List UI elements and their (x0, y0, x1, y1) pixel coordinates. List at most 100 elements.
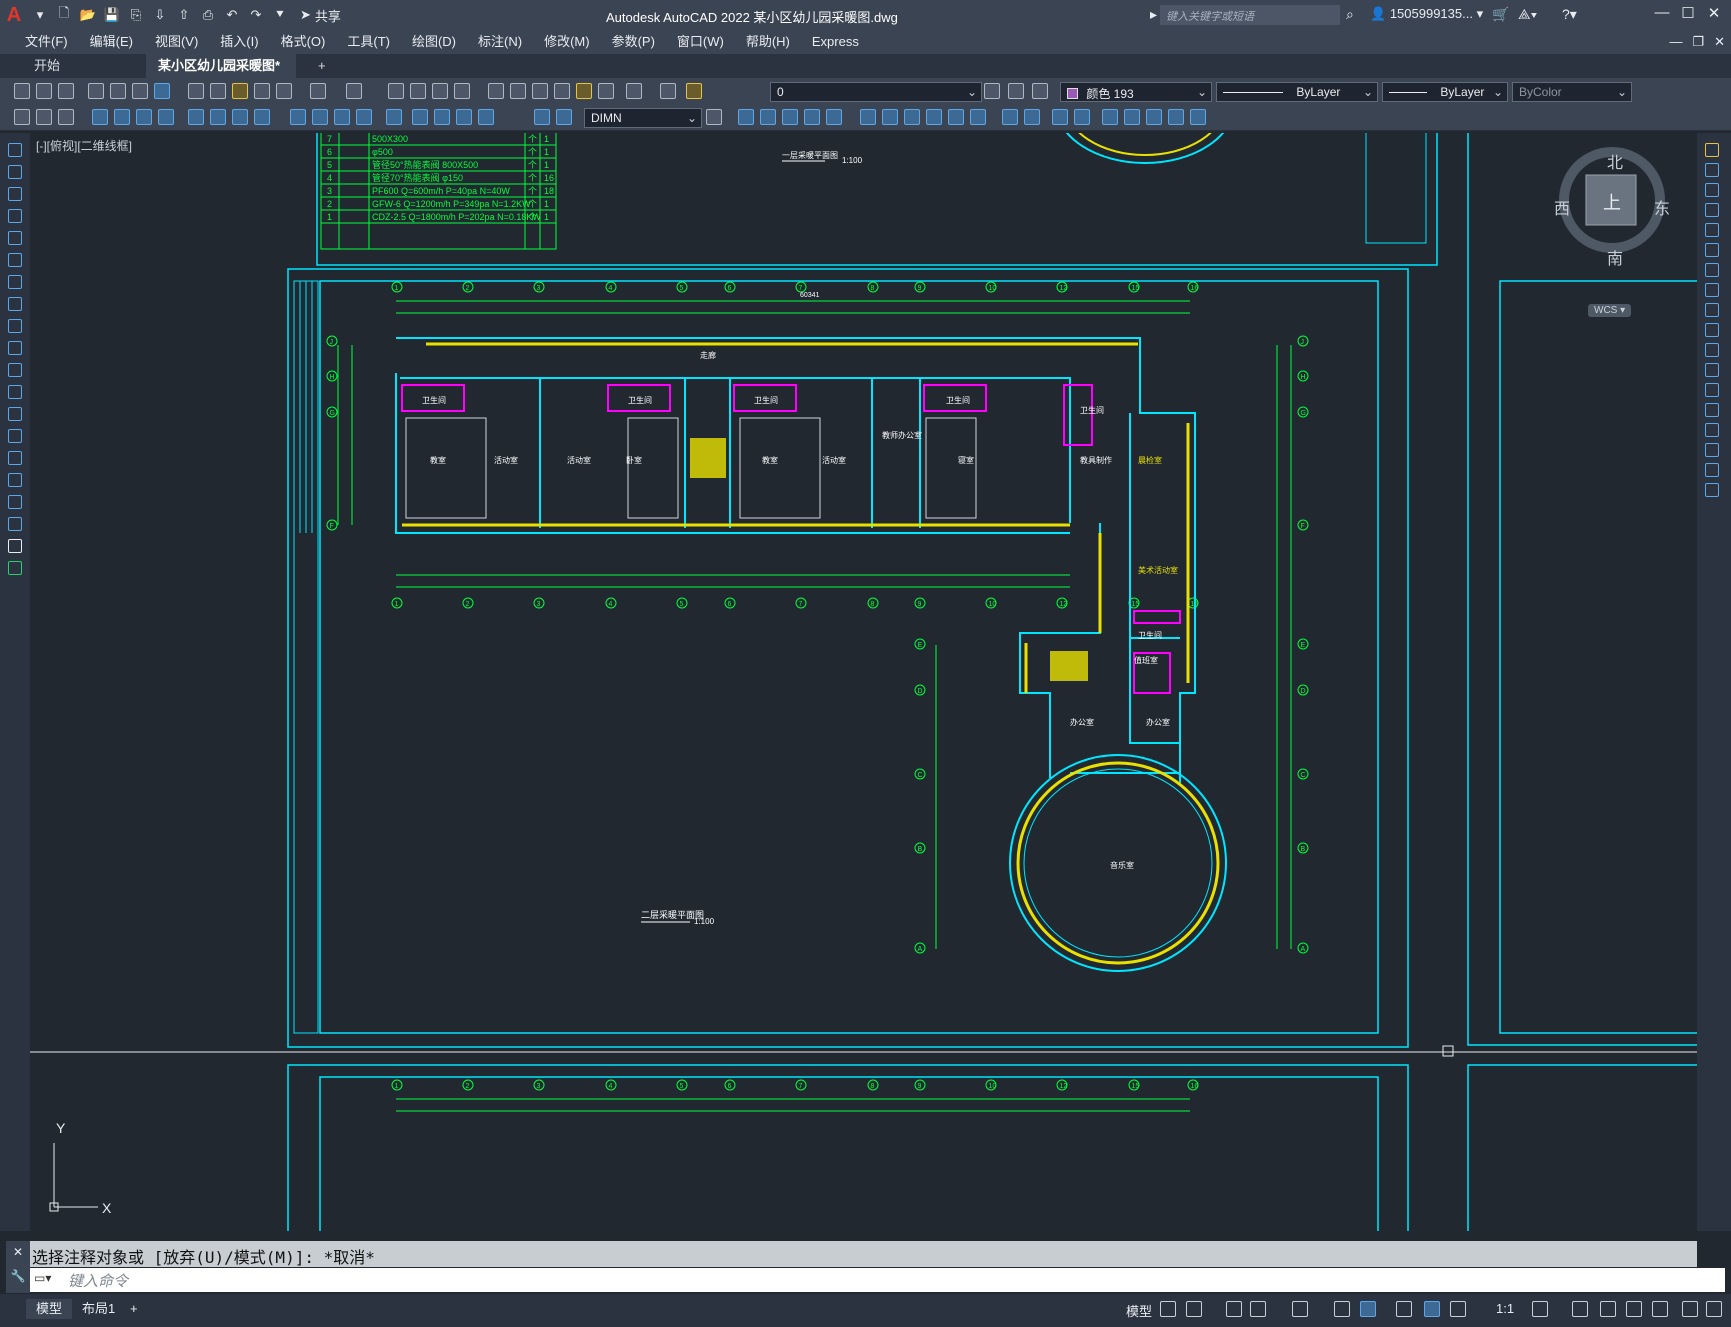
menu-modify[interactable]: 修改(M) (533, 30, 601, 54)
rotate-icon[interactable] (926, 109, 942, 125)
undo-icon[interactable] (310, 83, 326, 99)
tool-palettes-icon[interactable] (532, 83, 548, 99)
redo-icon[interactable] (346, 83, 362, 99)
draworder-front-icon[interactable] (738, 109, 754, 125)
web-save-icon[interactable]: ⇩ (150, 5, 170, 25)
paste-icon[interactable] (232, 83, 248, 99)
plot-icon[interactable]: ⎙ (198, 5, 218, 25)
draworder-above-icon[interactable] (782, 109, 798, 125)
fullscreen-icon[interactable] (1682, 1301, 1698, 1317)
redo-icon[interactable]: ↷ (246, 5, 266, 25)
menu-draw[interactable]: 绘图(D) (401, 30, 467, 54)
arc-icon[interactable] (8, 253, 22, 267)
minimize-button[interactable]: — (1650, 4, 1674, 26)
copy-object-icon[interactable] (882, 109, 898, 125)
auto-scale-icon[interactable] (1450, 1301, 1466, 1317)
annotation-scale[interactable]: 1:1 (1496, 1301, 1514, 1316)
polygon-icon[interactable] (8, 209, 22, 223)
block-icon[interactable] (1052, 109, 1068, 125)
open-folder-icon[interactable]: 📂 (78, 5, 98, 25)
add-selected-icon[interactable] (8, 561, 22, 575)
make-block-icon[interactable] (8, 407, 22, 421)
open-icon[interactable] (36, 83, 52, 99)
layer-states-icon[interactable] (1032, 83, 1048, 99)
dim-break-icon[interactable] (386, 109, 402, 125)
layer-match-icon[interactable] (14, 109, 30, 125)
layer-iso-icon[interactable] (36, 109, 52, 125)
markup-icon[interactable] (576, 83, 592, 99)
command-input[interactable]: ▭▾ 键入命令 (30, 1268, 1725, 1292)
plot-preview-icon[interactable] (110, 83, 126, 99)
table-icon[interactable] (8, 517, 22, 531)
gradient-icon[interactable] (8, 473, 22, 487)
search-icon[interactable]: ⌕ (1346, 6, 1354, 23)
scale-icon[interactable] (1705, 283, 1719, 297)
cart-icon[interactable]: 🛒 (1492, 6, 1509, 23)
extend-icon[interactable] (1705, 343, 1719, 357)
lineweight-select[interactable]: ByLayer ⌄ (1382, 82, 1508, 102)
ortho-icon[interactable] (1226, 1301, 1242, 1317)
insert-block-icon[interactable] (1074, 109, 1090, 125)
command-line-handle[interactable]: ✕ 🔧 (6, 1241, 30, 1293)
ungroup-icon[interactable] (1024, 109, 1040, 125)
group-icon[interactable] (1002, 109, 1018, 125)
menu-express[interactable]: Express (801, 30, 870, 54)
text-front-icon[interactable] (826, 109, 842, 125)
new-file-icon[interactable]: 🗋 (54, 5, 74, 25)
fillet-icon[interactable] (1705, 443, 1719, 457)
match-properties-icon[interactable] (254, 83, 270, 99)
model-space-toggle[interactable]: 模型 (1126, 1301, 1152, 1320)
gear-icon[interactable] (1532, 1301, 1548, 1317)
wrench-icon[interactable]: 🔧 (6, 1259, 30, 1283)
aligned-dim-icon[interactable] (114, 109, 130, 125)
tab-drawing[interactable]: 某小区幼儿园采暖图* × (146, 54, 296, 97)
caret-down-icon[interactable]: ▾ (30, 5, 50, 25)
jogged-linear-icon[interactable] (478, 109, 494, 125)
help-icon[interactable]: ?▾ (1562, 6, 1577, 23)
share-button[interactable]: ➤ 共享 (300, 6, 341, 25)
tab-model[interactable]: 模型 (26, 1299, 73, 1319)
maximize-button[interactable]: ☐ (1676, 4, 1700, 26)
object-snap-tracking-icon[interactable] (1334, 1301, 1350, 1317)
move-icon[interactable] (860, 109, 876, 125)
revision-cloud-icon[interactable] (8, 297, 22, 311)
copy-icon[interactable] (210, 83, 226, 99)
arc-length-icon[interactable] (136, 109, 152, 125)
plus-icon[interactable] (1572, 1301, 1588, 1317)
tab-layout1[interactable]: 布局1 (72, 1299, 125, 1319)
tolerance-icon[interactable] (412, 109, 428, 125)
drawing-canvas[interactable]: [-][俯视][二维线框] 7 500X300 个 1 6 φ500 个 1 5 管径50°热能表… (30, 133, 1697, 1231)
customize-menu-icon[interactable] (1706, 1301, 1722, 1317)
annotation-visibility-icon[interactable] (1424, 1301, 1440, 1317)
diameter-dim-icon[interactable] (232, 109, 248, 125)
web-open-icon[interactable]: ⇧ (174, 5, 194, 25)
stretch-icon[interactable] (1705, 303, 1719, 317)
quick-dim-icon[interactable] (290, 109, 306, 125)
command-prompt-icon[interactable]: ▭▾ (34, 1271, 51, 1285)
customize-qat-icon[interactable]: ⯆ (270, 5, 290, 25)
spline-icon[interactable] (8, 319, 22, 333)
tab-start[interactable]: 开始 (22, 54, 142, 78)
rectangle-icon[interactable] (8, 231, 22, 245)
inspection-icon[interactable] (456, 109, 472, 125)
view-icon[interactable] (1168, 109, 1184, 125)
join-icon[interactable] (1705, 403, 1719, 417)
draworder-under-icon[interactable] (804, 109, 820, 125)
ordinate-dim-icon[interactable] (158, 109, 174, 125)
color-select[interactable]: 颜色 193 ⌄ (1060, 82, 1212, 102)
dim-text-edit-icon[interactable] (556, 109, 572, 125)
multiline-text-icon[interactable] (8, 539, 22, 553)
viewcube-south[interactable]: 南 (1607, 245, 1623, 269)
dimstyle-select[interactable]: DIMN ⌄ (584, 108, 702, 128)
zoom-previous-icon[interactable] (454, 83, 470, 99)
search-input[interactable]: 键入关键字或短语 (1160, 5, 1340, 25)
ellipse-icon[interactable] (8, 341, 22, 355)
dim-edit-icon[interactable] (534, 109, 550, 125)
layer-properties-icon[interactable] (660, 83, 676, 99)
mirror-icon[interactable] (948, 109, 964, 125)
move-icon[interactable] (1705, 243, 1719, 257)
mirror-icon[interactable] (1705, 183, 1719, 197)
menu-view[interactable]: 视图(V) (144, 30, 209, 54)
wcs-menu[interactable]: WCS ▾ (1588, 304, 1632, 317)
array-icon[interactable] (1705, 223, 1719, 237)
